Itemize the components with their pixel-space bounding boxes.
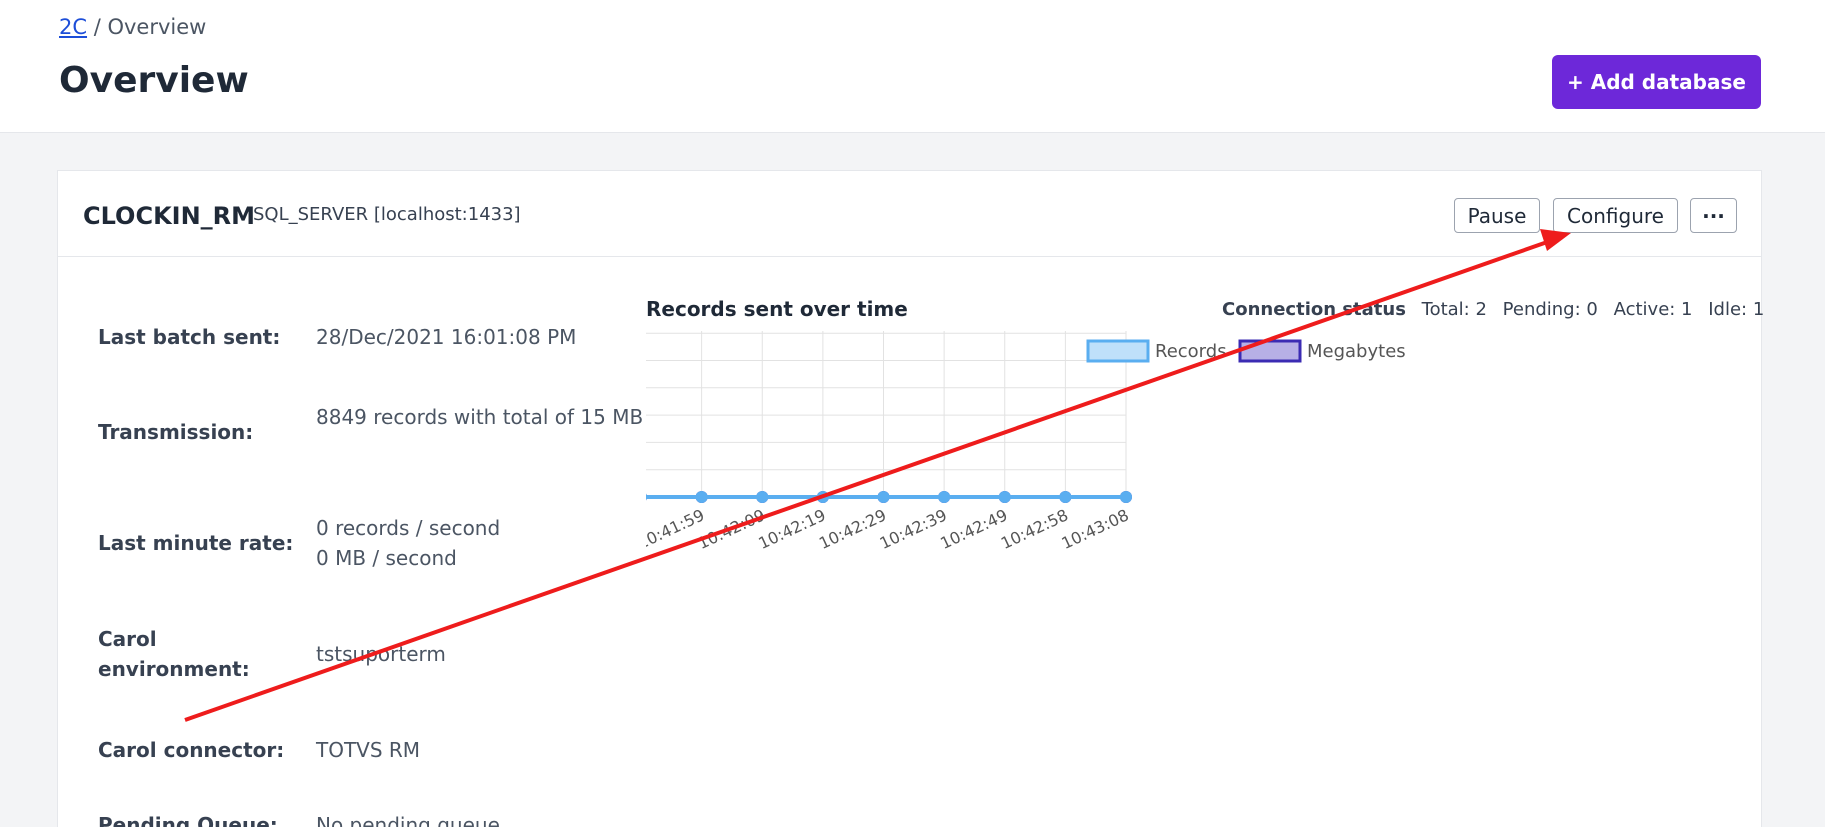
connection-idle: Idle: 1 [1708, 299, 1765, 320]
last-batch-label: Last batch sent: [98, 325, 281, 349]
carol-connector-label: Carol connector: [98, 738, 285, 762]
x-tick-label: 10:42:39 [877, 505, 950, 553]
configure-button[interactable]: Configure [1553, 198, 1678, 233]
chart-title: Records sent over time [646, 297, 908, 321]
legend-label-records: Records [1155, 341, 1227, 362]
data-point-records [756, 491, 769, 503]
legend-swatch-megabytes [1238, 339, 1302, 363]
connection-active: Active: 1 [1613, 299, 1693, 320]
database-name: CLOCKIN_RM [83, 202, 256, 230]
last-minute-rate-label: Last minute rate: [98, 531, 294, 555]
breadcrumb-link-home[interactable]: 2C [59, 15, 87, 39]
carol-environment-value: tstsuporterm [316, 642, 446, 666]
pause-button[interactable]: Pause [1454, 198, 1540, 233]
x-tick-label: 10:41:59 [646, 505, 707, 553]
breadcrumb: 2C / Overview [59, 15, 206, 39]
data-point-records [695, 491, 708, 503]
x-tick-label: 10:42:29 [816, 505, 889, 553]
connection-status-label: Connection status [1222, 299, 1406, 320]
data-point-records [1120, 491, 1132, 503]
x-tick-label: 10:43:08 [1059, 505, 1132, 553]
data-point-records [1059, 491, 1072, 503]
last-minute-rate-records: 0 records / second [316, 516, 501, 540]
carol-environment-label: Carol environment: [98, 627, 250, 681]
transmission-value: 8849 records with total of 15 MB [316, 405, 644, 429]
page-title: Overview [59, 60, 249, 101]
data-point-records [998, 491, 1011, 503]
database-card: CLOCKIN_RM SQL_SERVER [localhost:1433] P… [57, 170, 1764, 827]
data-point-records [816, 491, 829, 503]
x-tick-label: 10:42:58 [998, 505, 1071, 553]
pending-queue-value: No pending queue [316, 813, 500, 827]
pending-queue-label: Pending Queue: [98, 813, 278, 827]
breadcrumb-current: Overview [107, 15, 207, 39]
x-tick-label: 10:42:49 [937, 505, 1010, 553]
transmission-label: Transmission: [98, 420, 254, 444]
add-database-button[interactable]: + Add database [1552, 55, 1761, 109]
connection-status: Connection status Total: 2 Pending: 0 Ac… [1222, 299, 1764, 320]
breadcrumb-separator: / [87, 15, 108, 39]
legend-swatch-records [1086, 339, 1150, 363]
records-chart: 00.10.20.30.40.50.60.70.80.91.0start mon… [646, 331, 1406, 553]
data-point-records [938, 491, 951, 503]
data-point-records [646, 493, 647, 501]
database-type: SQL_SERVER [localhost:1433] [253, 204, 521, 225]
last-minute-rate-mb: 0 MB / second [316, 546, 457, 570]
x-tick-label: 10:42:09 [695, 505, 768, 553]
last-batch-value: 28/Dec/2021 16:01:08 PM [316, 325, 577, 349]
page-header: 2C / Overview Overview + Add database [0, 0, 1825, 133]
legend-label-megabytes: Megabytes [1307, 341, 1406, 362]
data-point-records [877, 491, 890, 503]
carol-connector-value: TOTVS RM [316, 738, 421, 762]
connection-pending: Pending: 0 [1502, 299, 1598, 320]
card-header: CLOCKIN_RM SQL_SERVER [localhost:1433] P… [58, 171, 1761, 257]
x-tick-label: 10:42:19 [755, 505, 828, 553]
more-options-button[interactable]: ··· [1690, 198, 1737, 233]
connection-total: Total: 2 [1421, 299, 1487, 320]
